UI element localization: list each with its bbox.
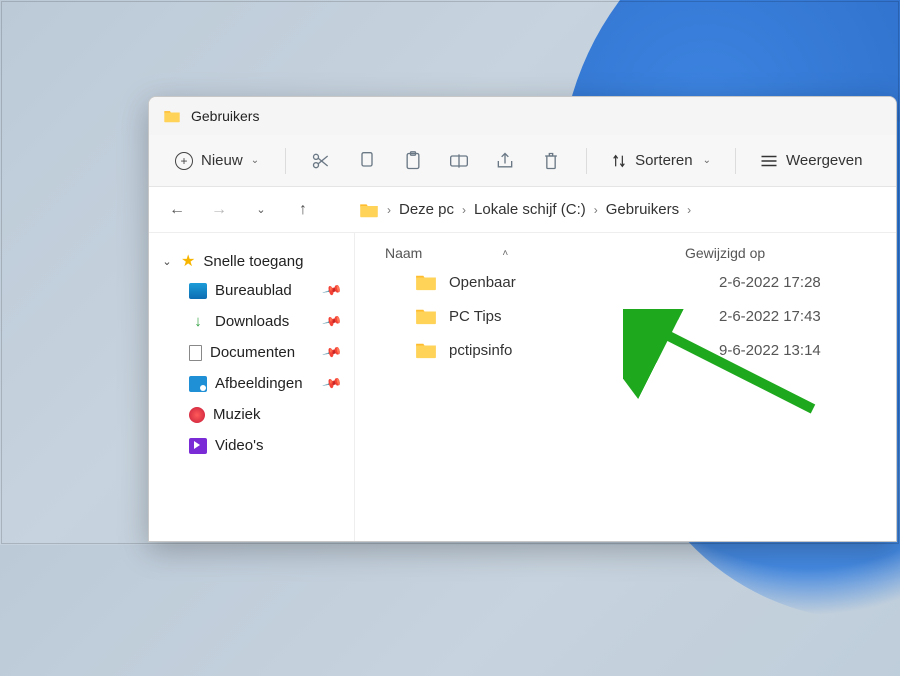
- file-list: Naam ˄ Gewijzigd op Openbaar 2-6-2022 17…: [355, 233, 896, 541]
- sidebar: ⌄ ★ Snelle toegang Bureaublad 📌 ↓ Downlo…: [149, 233, 355, 541]
- folder-date: 2-6-2022 17:43: [719, 308, 821, 325]
- view-button[interactable]: Weergeven: [752, 152, 870, 169]
- sidebar-item-muziek[interactable]: Muziek: [159, 399, 350, 430]
- col-modified[interactable]: Gewijzigd op: [685, 245, 876, 261]
- up-button[interactable]: ↑: [289, 201, 317, 219]
- download-icon: ↓: [189, 314, 207, 330]
- sort-asc-icon: ˄: [502, 248, 508, 259]
- crumb-segment[interactable]: Gebruikers: [606, 201, 679, 218]
- scissors-icon: [311, 151, 331, 171]
- trash-icon: [542, 151, 560, 171]
- folder-icon: [415, 273, 437, 291]
- sidebar-item-label: Muziek: [213, 406, 261, 423]
- folder-name: Openbaar: [449, 274, 707, 291]
- quick-access-label: Snelle toegang: [203, 253, 303, 270]
- folder-icon: [163, 109, 181, 123]
- sidebar-item-label: Afbeeldingen: [215, 375, 303, 392]
- chevron-right-icon: ›: [387, 203, 391, 217]
- col-name[interactable]: Naam: [385, 245, 422, 261]
- sort-label: Sorteren: [635, 152, 693, 169]
- folder-row[interactable]: pctipsinfo 9-6-2022 13:14: [355, 333, 896, 367]
- folder-row[interactable]: Openbaar 2-6-2022 17:28: [355, 265, 896, 299]
- rename-button[interactable]: [440, 143, 478, 179]
- view-icon: [760, 154, 778, 168]
- view-label: Weergeven: [786, 152, 862, 169]
- share-icon: [495, 151, 515, 171]
- quick-access[interactable]: ⌄ ★ Snelle toegang: [159, 247, 350, 275]
- delete-button[interactable]: [532, 143, 570, 179]
- titlebar: Gebruikers: [149, 97, 896, 135]
- folder-name: PC Tips: [449, 308, 707, 325]
- desktop-icon: [189, 283, 207, 299]
- folder-icon: [415, 307, 437, 325]
- chevron-right-icon: ›: [594, 203, 598, 217]
- folder-date: 2-6-2022 17:28: [719, 274, 821, 291]
- chevron-right-icon: ›: [687, 203, 691, 217]
- sidebar-item-label: Bureaublad: [215, 282, 292, 299]
- video-icon: [189, 438, 207, 454]
- sidebar-item-afbeeldingen[interactable]: Afbeeldingen 📌: [159, 368, 350, 399]
- pictures-icon: [189, 376, 207, 392]
- sidebar-item-label: Video's: [215, 437, 263, 454]
- sidebar-item-bureaublad[interactable]: Bureaublad 📌: [159, 275, 350, 306]
- sort-icon: [611, 153, 627, 169]
- recent-locations-button[interactable]: ⌄: [247, 203, 275, 216]
- forward-button[interactable]: →: [205, 201, 233, 219]
- column-headers[interactable]: Naam ˄ Gewijzigd op: [355, 237, 896, 265]
- crumb-segment[interactable]: Deze pc: [399, 201, 454, 218]
- pin-icon: 📌: [321, 311, 343, 333]
- cut-button[interactable]: [302, 143, 340, 179]
- sidebar-item-videos[interactable]: Video's: [159, 430, 350, 461]
- sort-button[interactable]: Sorteren ⌄: [603, 152, 719, 169]
- back-button[interactable]: ←: [163, 201, 191, 219]
- window-title: Gebruikers: [191, 108, 259, 124]
- pin-icon: 📌: [321, 342, 343, 364]
- copy-button[interactable]: [348, 143, 386, 179]
- sidebar-item-downloads[interactable]: ↓ Downloads 📌: [159, 306, 350, 337]
- folder-row[interactable]: PC Tips 2-6-2022 17:43: [355, 299, 896, 333]
- document-icon: [189, 345, 202, 361]
- rename-icon: [449, 152, 469, 170]
- pin-icon: 📌: [321, 280, 343, 302]
- sidebar-item-label: Downloads: [215, 313, 289, 330]
- folder-name: pctipsinfo: [449, 342, 707, 359]
- clipboard-icon: [404, 151, 422, 171]
- folder-icon: [415, 341, 437, 359]
- breadcrumb[interactable]: › Deze pc › Lokale schijf (C:) › Gebruik…: [359, 201, 691, 218]
- new-button[interactable]: + Nieuw ⌄: [165, 146, 269, 176]
- paste-button[interactable]: [394, 143, 432, 179]
- chevron-down-icon: ⌄: [161, 255, 173, 268]
- explorer-window: Gebruikers + Nieuw ⌄: [148, 96, 897, 542]
- chevron-down-icon: ⌄: [251, 155, 259, 166]
- chevron-down-icon: ⌄: [703, 155, 711, 166]
- copy-icon: [358, 151, 376, 171]
- share-button[interactable]: [486, 143, 524, 179]
- star-icon: ★: [181, 251, 195, 271]
- sidebar-item-documenten[interactable]: Documenten 📌: [159, 337, 350, 368]
- toolbar: + Nieuw ⌄: [149, 135, 896, 187]
- music-icon: [189, 407, 205, 423]
- plus-icon: +: [175, 152, 193, 170]
- folder-date: 9-6-2022 13:14: [719, 342, 821, 359]
- crumb-segment[interactable]: Lokale schijf (C:): [474, 201, 586, 218]
- sidebar-item-label: Documenten: [210, 344, 295, 361]
- pin-icon: 📌: [321, 373, 343, 395]
- chevron-right-icon: ›: [462, 203, 466, 217]
- address-bar: ← → ⌄ ↑ › Deze pc › Lokale schijf (C:) ›…: [149, 187, 896, 233]
- new-label: Nieuw: [201, 152, 243, 169]
- folder-icon: [359, 202, 379, 218]
